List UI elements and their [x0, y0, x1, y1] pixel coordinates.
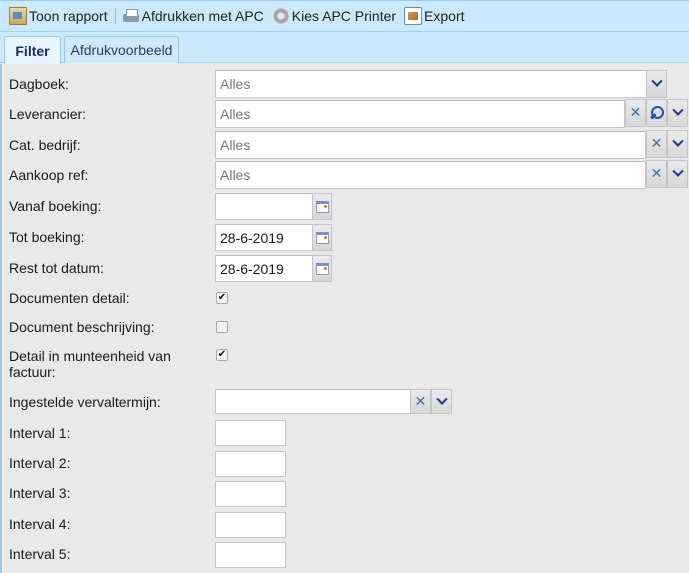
documenten-detail-checkbox[interactable]: ✔ — [216, 292, 228, 304]
dagboek-value: Alles — [220, 76, 251, 92]
aankoop-ref-clear-button[interactable]: ✕ — [646, 160, 667, 188]
chevron-down-icon — [435, 393, 448, 405]
interval-1-label: Interval 1: — [9, 425, 71, 441]
tot-boeking-calendar-button[interactable] — [312, 224, 332, 251]
toolbar-separator — [114, 8, 116, 24]
aankoop-ref-label: Aankoop ref: — [9, 167, 89, 183]
rest-tot-datum-value: 28-6-2019 — [220, 261, 284, 277]
leverancier-label: Leverancier: — [9, 106, 87, 122]
export-button[interactable]: Export — [403, 4, 467, 28]
dagboek-select[interactable]: Alles — [215, 70, 667, 98]
leverancier-dropdown-button[interactable] — [667, 99, 688, 127]
kies-apc-printer-label: Kies APC Printer — [291, 8, 397, 24]
detail-munteenheid-checkbox[interactable]: ✔ — [216, 349, 228, 361]
gear-icon — [271, 7, 290, 25]
vervaltermijn-select[interactable] — [215, 389, 411, 414]
cat-bedrijf-clear-button[interactable]: ✕ — [646, 130, 667, 158]
leverancier-search-button[interactable] — [646, 99, 667, 127]
dagboek-dropdown-button[interactable] — [646, 70, 667, 98]
leverancier-select[interactable]: Alles — [215, 100, 625, 128]
tot-boeking-label: Tot boeking: — [9, 229, 85, 245]
tab-bar: Filter Afdrukvoorbeeld — [0, 32, 689, 64]
rest-tot-datum-input[interactable]: 28-6-2019 — [215, 255, 313, 282]
aankoop-ref-select[interactable]: Alles — [215, 161, 646, 189]
cat-bedrijf-label: Cat. bedrijf: — [9, 137, 81, 153]
interval-5-input[interactable] — [215, 542, 286, 568]
chevron-down-icon — [671, 135, 684, 147]
cat-bedrijf-dropdown-button[interactable] — [667, 130, 688, 158]
detail-munteenheid-label-line1: Detail in munteenheid van — [9, 348, 171, 364]
clear-icon: ✕ — [650, 166, 663, 182]
toolbar: Toon rapport Afdrukken met APC Kies APC … — [0, 0, 689, 32]
interval-1-input[interactable] — [215, 420, 286, 446]
documenten-detail-label: Documenten detail: — [9, 290, 130, 306]
vanaf-boeking-input[interactable] — [215, 193, 313, 220]
chevron-down-icon — [671, 104, 684, 116]
report-icon — [9, 7, 27, 25]
aankoop-ref-dropdown-button[interactable] — [667, 160, 688, 188]
calendar-icon — [315, 200, 329, 213]
vervaltermijn-clear-button[interactable]: ✕ — [410, 389, 431, 414]
tot-boeking-value: 28-6-2019 — [220, 230, 284, 246]
interval-4-input[interactable] — [215, 512, 286, 538]
rest-tot-datum-calendar-button[interactable] — [312, 255, 332, 282]
dagboek-label: Dagboek: — [9, 76, 69, 92]
export-label: Export — [424, 8, 465, 24]
interval-5-label: Interval 5: — [9, 546, 71, 562]
tab-afdrukvoorbeeld[interactable]: Afdrukvoorbeeld — [64, 36, 179, 63]
chevron-down-icon — [650, 75, 663, 87]
search-icon — [650, 106, 664, 120]
calendar-icon — [315, 231, 329, 244]
tot-boeking-input[interactable]: 28-6-2019 — [215, 224, 313, 251]
cat-bedrijf-select[interactable]: Alles — [215, 131, 646, 159]
interval-2-input[interactable] — [215, 451, 286, 477]
clear-icon: ✕ — [414, 393, 427, 410]
leverancier-clear-button[interactable]: ✕ — [625, 99, 646, 127]
vanaf-boeking-calendar-button[interactable] — [312, 193, 332, 220]
toon-rapport-button[interactable]: Toon rapport — [8, 4, 111, 28]
document-beschrijving-checkbox[interactable] — [216, 321, 228, 333]
rest-tot-datum-label: Rest tot datum: — [9, 260, 104, 276]
interval-3-input[interactable] — [215, 481, 286, 507]
kies-apc-printer-button[interactable]: Kies APC Printer — [271, 4, 399, 28]
aankoop-ref-value: Alles — [220, 167, 251, 183]
printer-icon — [122, 7, 140, 25]
leverancier-value: Alles — [220, 106, 251, 122]
clear-icon: ✕ — [650, 136, 663, 152]
toon-rapport-label: Toon rapport — [29, 8, 108, 24]
tab-filter[interactable]: Filter — [4, 36, 61, 64]
vervaltermijn-label: Ingestelde vervaltermijn: — [9, 394, 161, 410]
interval-4-label: Interval 4: — [9, 516, 71, 532]
clear-icon: ✕ — [629, 105, 642, 121]
interval-2-label: Interval 2: — [9, 455, 71, 471]
vervaltermijn-dropdown-button[interactable] — [431, 389, 452, 414]
chevron-down-icon — [671, 165, 684, 177]
filter-panel: Dagboek: Alles Leverancier: Alles ✕ Cat.… — [0, 64, 689, 573]
detail-munteenheid-label-line2: factuur: — [9, 364, 56, 380]
vanaf-boeking-label: Vanaf boeking: — [9, 198, 102, 214]
afdrukken-met-apc-label: Afdrukken met APC — [141, 8, 264, 24]
export-icon — [404, 7, 423, 25]
calendar-icon — [315, 262, 329, 275]
afdrukken-met-apc-button[interactable]: Afdrukken met APC — [121, 4, 267, 28]
document-beschrijving-label: Document beschrijving: — [9, 319, 155, 335]
interval-3-label: Interval 3: — [9, 485, 71, 501]
cat-bedrijf-value: Alles — [220, 137, 251, 153]
